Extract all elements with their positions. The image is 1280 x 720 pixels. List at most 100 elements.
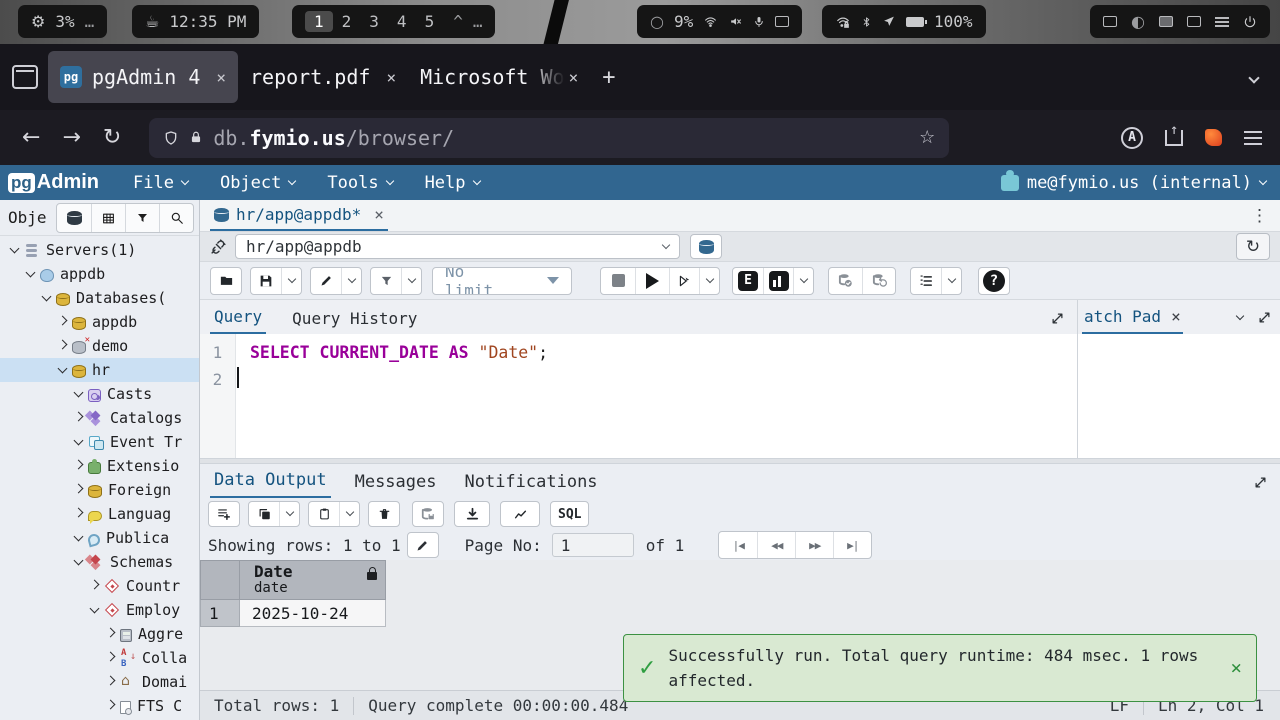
expand-icon[interactable] bbox=[70, 489, 86, 492]
last-page-button[interactable]: ▶| bbox=[833, 532, 871, 558]
explain-button[interactable]: E bbox=[733, 268, 763, 294]
save-data-button[interactable] bbox=[413, 502, 443, 526]
expand-icon[interactable] bbox=[70, 513, 86, 516]
tree-item-hr[interactable]: hr bbox=[0, 358, 199, 382]
filtered-rows-button[interactable] bbox=[125, 204, 159, 232]
expand-icon[interactable] bbox=[54, 345, 70, 348]
close-icon[interactable]: × bbox=[374, 205, 384, 224]
forward-icon[interactable]: → bbox=[62, 125, 80, 150]
macro-button[interactable] bbox=[911, 268, 941, 294]
sql-editor[interactable]: 1 2 SELECT CURRENT_DATE AS "Date"; bbox=[200, 334, 1077, 458]
tree-item-foreign[interactable]: Foreign bbox=[0, 478, 199, 502]
shield-icon[interactable] bbox=[163, 130, 179, 146]
paste-menu-button[interactable] bbox=[339, 502, 359, 526]
copy-menu-button[interactable] bbox=[279, 502, 299, 526]
commit-button[interactable] bbox=[829, 268, 862, 294]
save-page-icon[interactable] bbox=[1165, 130, 1183, 146]
workspace-switcher[interactable]: 12345 ^ … bbox=[292, 5, 495, 38]
tree-item-countr[interactable]: Countr bbox=[0, 574, 199, 598]
tree-item-colla[interactable]: ↓Colla bbox=[0, 646, 199, 670]
menu-object[interactable]: Object bbox=[220, 173, 295, 193]
code-area[interactable]: SELECT CURRENT_DATE AS "Date"; bbox=[236, 334, 1077, 458]
close-tab-icon[interactable]: × bbox=[386, 68, 396, 87]
kebab-menu-icon[interactable]: ⋮ bbox=[1251, 206, 1268, 226]
tree-item-demo[interactable]: demo bbox=[0, 334, 199, 358]
open-file-button[interactable] bbox=[211, 268, 241, 294]
rollback-button[interactable] bbox=[862, 268, 895, 294]
workspace-more[interactable]: … bbox=[473, 12, 483, 31]
expand-icon[interactable] bbox=[102, 705, 118, 708]
expand-icon[interactable] bbox=[70, 465, 86, 468]
expand-icon[interactable] bbox=[102, 633, 118, 636]
tab-scratch-pad[interactable]: atch Pad × bbox=[1082, 303, 1183, 334]
workspace-5[interactable]: 5 bbox=[416, 11, 444, 32]
status-widget-network[interactable]: 100% bbox=[822, 5, 986, 38]
edit-button[interactable] bbox=[311, 268, 341, 294]
tree-item-publica[interactable]: Publica bbox=[0, 526, 199, 550]
tree-item-schemas[interactable]: Schemas bbox=[0, 550, 199, 574]
tree-item-appdb[interactable]: appdb bbox=[0, 310, 199, 334]
workspace-4[interactable]: 4 bbox=[388, 11, 416, 32]
execute-button[interactable] bbox=[635, 268, 669, 294]
workspace-up[interactable]: ^ bbox=[453, 12, 463, 31]
tree-item-appdb[interactable]: appdb bbox=[0, 262, 199, 286]
help-button[interactable]: ? bbox=[979, 268, 1009, 294]
expand-icon[interactable] bbox=[1050, 311, 1065, 326]
close-tab-icon[interactable]: × bbox=[569, 68, 579, 87]
power-icon[interactable] bbox=[1243, 15, 1257, 29]
execute-menu-button[interactable] bbox=[699, 268, 719, 294]
close-icon[interactable]: × bbox=[1171, 307, 1181, 326]
tree-item-aggre[interactable]: Aggre bbox=[0, 622, 199, 646]
expand-icon[interactable] bbox=[1253, 475, 1268, 490]
menu-tools[interactable]: Tools bbox=[327, 173, 392, 193]
stop-button[interactable] bbox=[601, 268, 635, 294]
refresh-connection-button[interactable]: ↻ bbox=[1236, 233, 1270, 260]
workspace-3[interactable]: 3 bbox=[360, 11, 388, 32]
delete-row-button[interactable] bbox=[369, 502, 399, 526]
filter-button[interactable] bbox=[371, 268, 401, 294]
list-tabs-icon[interactable] bbox=[1250, 68, 1258, 86]
query-tool-button[interactable] bbox=[57, 204, 91, 232]
tree-item-extensio[interactable]: Extensio bbox=[0, 454, 199, 478]
tab-data-output[interactable]: Data Output bbox=[210, 467, 331, 498]
tree-item-servers-1[interactable]: Servers(1) bbox=[0, 238, 199, 262]
expand-icon[interactable] bbox=[102, 657, 118, 660]
connection-select[interactable]: hr/app@appdb bbox=[235, 234, 680, 259]
tree-item-employ[interactable]: Employ bbox=[0, 598, 199, 622]
tree-item-languag[interactable]: Languag bbox=[0, 502, 199, 526]
close-tab-icon[interactable]: × bbox=[216, 68, 226, 87]
url-bar[interactable]: db.fymio.us/browser/ ☆ bbox=[149, 118, 949, 158]
expand-icon[interactable] bbox=[54, 321, 70, 324]
collapse-icon[interactable] bbox=[22, 273, 38, 276]
app-menu-icon[interactable] bbox=[1244, 137, 1262, 139]
user-menu[interactable]: me@fymio.us (internal) bbox=[1001, 173, 1266, 193]
chevron-down-icon[interactable] bbox=[1236, 311, 1244, 319]
show-sql-button[interactable]: SQL bbox=[551, 502, 588, 526]
copy-button[interactable] bbox=[249, 502, 279, 526]
macro-menu-button[interactable] bbox=[941, 268, 961, 294]
query-tool-tab[interactable]: hr/app@appdb* × bbox=[210, 200, 388, 231]
expand-icon[interactable] bbox=[1257, 310, 1272, 325]
collapse-icon[interactable] bbox=[70, 393, 86, 396]
bookmark-star-icon[interactable]: ☆ bbox=[919, 127, 935, 148]
graph-visualiser-button[interactable] bbox=[501, 502, 539, 526]
cpu-widget[interactable]: ⚙ 3% … bbox=[18, 5, 107, 38]
collapse-icon[interactable] bbox=[70, 537, 86, 540]
download-button[interactable] bbox=[455, 502, 489, 526]
explain-analyze-button[interactable] bbox=[763, 268, 793, 294]
limit-select[interactable]: No limit bbox=[433, 268, 571, 294]
clock-widget[interactable]: ☕ 12:35 PM bbox=[132, 5, 259, 38]
grid-column-header[interactable]: Date date bbox=[240, 560, 386, 600]
collapse-icon[interactable] bbox=[70, 441, 86, 444]
collapse-icon[interactable] bbox=[6, 249, 22, 252]
tree-item-catalogs[interactable]: Catalogs bbox=[0, 406, 199, 430]
menu-help[interactable]: Help bbox=[425, 173, 480, 193]
collapse-icon[interactable] bbox=[38, 297, 54, 300]
new-tab-button[interactable]: + bbox=[602, 65, 615, 90]
status-widget-right[interactable]: ◐ bbox=[1090, 5, 1270, 38]
tree-item-casts[interactable]: Casts bbox=[0, 382, 199, 406]
browser-tab-word[interactable]: Microsoft Wo × bbox=[408, 51, 590, 103]
menu-file[interactable]: File bbox=[133, 173, 188, 193]
tab-query[interactable]: Query bbox=[210, 303, 266, 334]
reload-icon[interactable]: ↻ bbox=[103, 125, 121, 150]
